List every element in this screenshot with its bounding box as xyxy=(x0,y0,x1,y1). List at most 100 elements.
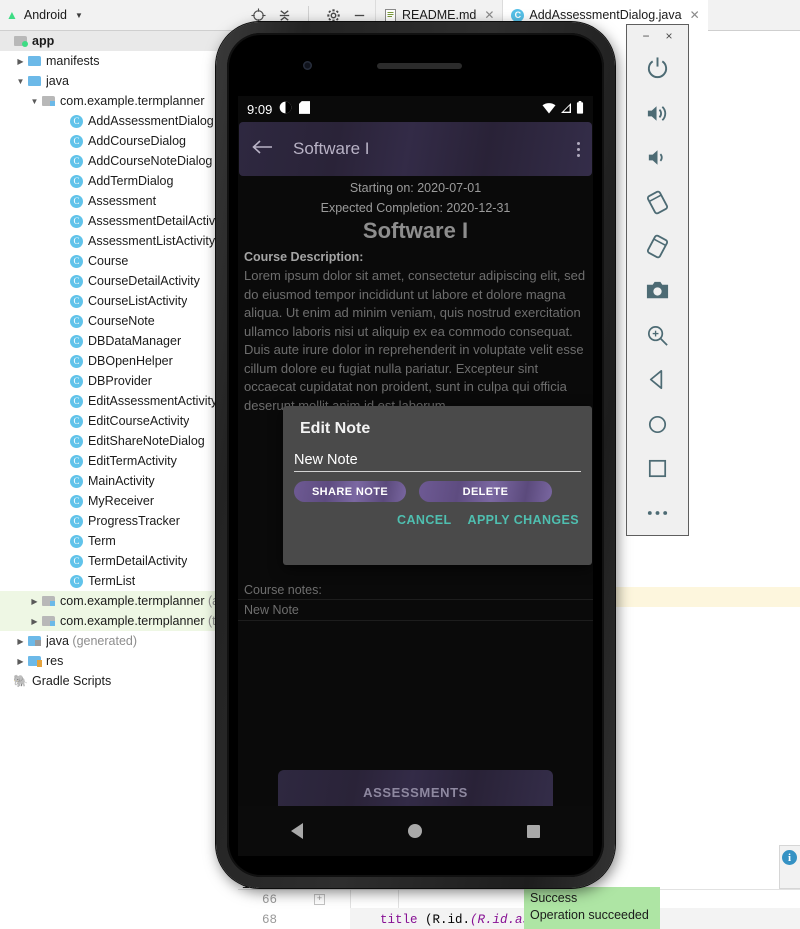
disclosure-triangle-icon[interactable]: ▶ xyxy=(56,517,69,526)
note-text-input[interactable]: New Note xyxy=(294,452,581,472)
tree-item[interactable]: ▶C AssessmentListActivity xyxy=(0,231,238,251)
list-item[interactable]: New Note xyxy=(238,600,593,621)
overflow-menu-icon[interactable] xyxy=(577,141,580,157)
close-icon[interactable]: × xyxy=(666,30,673,42)
disclosure-triangle-icon[interactable]: ▶ xyxy=(56,157,69,166)
delete-button[interactable]: DELETE xyxy=(419,481,552,502)
disclosure-triangle-icon[interactable]: ▶ xyxy=(56,317,69,326)
overview-square-icon[interactable] xyxy=(638,446,678,490)
disclosure-triangle-icon[interactable]: ▶ xyxy=(56,337,69,346)
settings-gear-icon[interactable] xyxy=(325,7,341,23)
tree-item[interactable]: ▶ java (generated) xyxy=(0,631,238,651)
tree-item[interactable]: ▶com.example.termplanner (an xyxy=(0,591,238,611)
share-note-button[interactable]: SHARE NOTE xyxy=(294,481,406,502)
tree-item[interactable]: ▶C AssessmentDetailActivity xyxy=(0,211,238,231)
tree-item[interactable]: ▶C AddTermDialog xyxy=(0,171,238,191)
tree-item[interactable]: ▶C TermList xyxy=(0,571,238,591)
disclosure-triangle-icon[interactable]: ▶ xyxy=(56,197,69,206)
disclosure-triangle-icon[interactable]: ▼ xyxy=(28,97,41,106)
disclosure-triangle-icon[interactable]: ▶ xyxy=(56,417,69,426)
device-screen[interactable]: 9:09 Software I Starting on: 2020-07-01 … xyxy=(238,96,593,806)
disclosure-triangle-icon[interactable]: ▶ xyxy=(56,497,69,506)
tree-item[interactable]: ▶C EditCourseActivity xyxy=(0,411,238,431)
tree-item[interactable]: ▶C MyReceiver xyxy=(0,491,238,511)
recents-square-icon[interactable] xyxy=(527,824,541,838)
disclosure-triangle-icon[interactable]: ▶ xyxy=(56,377,69,386)
disclosure-triangle-icon[interactable]: ▶ xyxy=(56,577,69,586)
minimize-icon[interactable] xyxy=(351,7,367,23)
disclosure-triangle-icon[interactable]: ▶ xyxy=(56,237,69,246)
tree-item[interactable]: ▶com.example.termplanner (tes xyxy=(0,611,238,631)
tree-item[interactable]: ▼ com.example.termplanner xyxy=(0,91,238,111)
disclosure-triangle-icon[interactable]: ▶ xyxy=(28,597,41,606)
project-selector[interactable]: ▲ Android ▼ xyxy=(0,0,240,31)
tree-item[interactable]: ▶ res xyxy=(0,651,238,671)
home-circle-icon[interactable] xyxy=(638,402,678,446)
back-triangle-icon[interactable] xyxy=(638,357,678,401)
disclosure-triangle-icon[interactable]: ▶ xyxy=(56,437,69,446)
disclosure-triangle-icon[interactable]: ▶ xyxy=(14,637,27,646)
assessments-button[interactable]: ASSESSMENTS xyxy=(278,770,553,806)
volume-up-icon[interactable] xyxy=(638,91,678,135)
disclosure-triangle-icon[interactable]: ▶ xyxy=(56,397,69,406)
android-emulator-device[interactable]: 9:09 Software I Starting on: 2020-07-01 … xyxy=(216,22,615,888)
minimize-icon[interactable]: − xyxy=(642,30,649,42)
disclosure-triangle-icon[interactable]: ▶ xyxy=(0,37,13,46)
disclosure-triangle-icon[interactable]: ▶ xyxy=(56,357,69,366)
tree-item[interactable]: ▶C CourseDetailActivity xyxy=(0,271,238,291)
extended-controls-icon[interactable] xyxy=(638,491,678,535)
close-icon[interactable]: ✕ xyxy=(690,8,700,22)
disclosure-triangle-icon[interactable]: ▶ xyxy=(56,477,69,486)
disclosure-triangle-icon[interactable]: ▶ xyxy=(14,57,27,66)
tree-item[interactable]: ▶C Course xyxy=(0,251,238,271)
zoom-in-icon[interactable] xyxy=(638,313,678,357)
disclosure-triangle-icon[interactable]: ▶ xyxy=(56,257,69,266)
tree-item[interactable]: ▶C EditShareNoteDialog xyxy=(0,431,238,451)
notification-toast[interactable]: Success Operation succeeded xyxy=(524,887,660,929)
disclosure-triangle-icon[interactable]: ▼ xyxy=(14,77,27,86)
disclosure-triangle-icon[interactable]: ▶ xyxy=(28,617,41,626)
tree-item[interactable]: ▶C DBDataManager xyxy=(0,331,238,351)
disclosure-triangle-icon[interactable]: ▶ xyxy=(56,557,69,566)
back-triangle-icon[interactable] xyxy=(290,823,303,839)
tree-item[interactable]: ▼ java xyxy=(0,71,238,91)
tree-item[interactable]: ▶C ProgressTracker xyxy=(0,511,238,531)
tree-item[interactable]: ▶ app xyxy=(0,31,238,51)
tree-item[interactable]: ▶C AddCourseNoteDialog xyxy=(0,151,238,171)
project-tree[interactable]: ▶ app ▶ manifests ▼ java ▼ com.example.termplan… xyxy=(0,31,238,929)
tree-item[interactable]: ▶C AddCourseDialog xyxy=(0,131,238,151)
target-icon[interactable] xyxy=(250,7,266,23)
edit-note-dialog[interactable]: Edit Note New Note SHARE NOTE DELETE CAN… xyxy=(283,406,592,565)
tree-item[interactable]: ▶C EditAssessmentActivity xyxy=(0,391,238,411)
disclosure-triangle-icon[interactable]: ▶ xyxy=(56,117,69,126)
cancel-button[interactable]: CANCEL xyxy=(397,513,451,527)
tree-item[interactable]: ▶C DBProvider xyxy=(0,371,238,391)
screenshot-camera-icon[interactable] xyxy=(638,269,678,313)
disclosure-triangle-icon[interactable]: ▶ xyxy=(56,277,69,286)
tree-item[interactable]: ▶C AddAssessmentDialog xyxy=(0,111,238,131)
disclosure-triangle-icon[interactable]: ▶ xyxy=(14,657,27,666)
tree-item[interactable]: ▶C CourseNote xyxy=(0,311,238,331)
back-arrow-icon[interactable] xyxy=(251,138,273,161)
tree-item[interactable]: ▶C Term xyxy=(0,531,238,551)
tree-item[interactable]: ▶🐘 Gradle Scripts xyxy=(0,671,238,691)
disclosure-triangle-icon[interactable]: ▶ xyxy=(56,457,69,466)
tree-item[interactable]: ▶ manifests xyxy=(0,51,238,71)
info-balloon[interactable]: i xyxy=(779,845,800,889)
power-icon[interactable] xyxy=(638,47,678,91)
disclosure-triangle-icon[interactable]: ▶ xyxy=(56,537,69,546)
disclosure-triangle-icon[interactable]: ▶ xyxy=(56,297,69,306)
volume-down-icon[interactable] xyxy=(638,135,678,179)
tree-item[interactable]: ▶C TermDetailActivity xyxy=(0,551,238,571)
disclosure-triangle-icon[interactable]: ▶ xyxy=(0,677,13,686)
tree-item[interactable]: ▶C EditTermActivity xyxy=(0,451,238,471)
disclosure-triangle-icon[interactable]: ▶ xyxy=(56,217,69,226)
close-icon[interactable]: ✕ xyxy=(484,8,494,22)
tree-item[interactable]: ▶C DBOpenHelper xyxy=(0,351,238,371)
disclosure-triangle-icon[interactable]: ▶ xyxy=(56,177,69,186)
rotate-right-icon[interactable] xyxy=(638,224,678,268)
fold-marker-icon[interactable]: + xyxy=(314,894,325,905)
collapse-all-icon[interactable] xyxy=(276,7,292,23)
tree-item[interactable]: ▶C Assessment xyxy=(0,191,238,211)
apply-changes-button[interactable]: APPLY CHANGES xyxy=(468,513,579,527)
